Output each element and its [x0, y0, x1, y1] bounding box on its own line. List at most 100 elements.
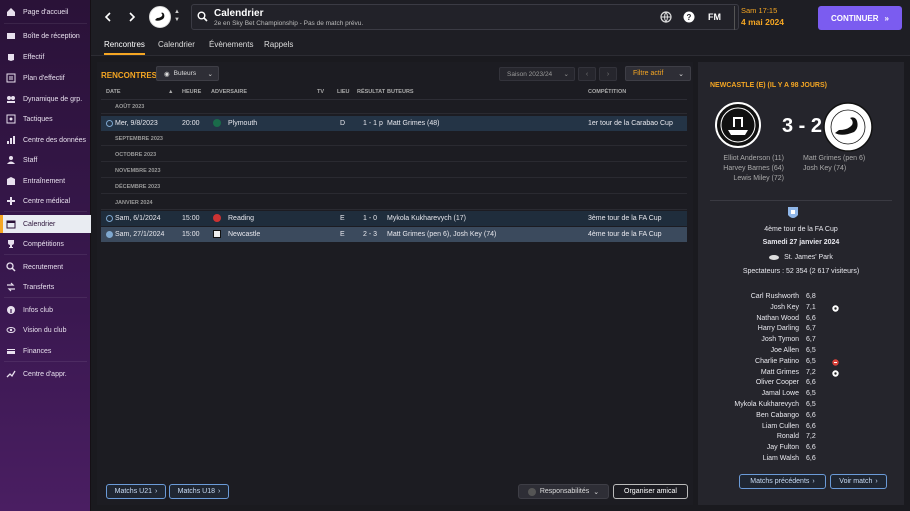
sidebar-item-data-hub[interactable]: Centre des données: [0, 131, 91, 149]
u18-matches-button[interactable]: Matchs U18 ›: [169, 484, 229, 499]
player-name[interactable]: Liam Walsh: [698, 455, 799, 462]
continue-button[interactable]: CONTINUER »: [818, 6, 902, 30]
fm-menu-button[interactable]: FM: [708, 12, 721, 22]
sidebar-item-club-vision[interactable]: Vision du club: [0, 321, 91, 339]
sidebar-item-dynamics[interactable]: Dynamique de grp.: [0, 90, 91, 108]
active-filter-dropdown[interactable]: Filtre actif ⌄: [625, 66, 691, 81]
match-venue: E: [340, 215, 345, 222]
page-subtitle: 2e en Sky Bet Championship - Pas de matc…: [214, 20, 364, 27]
col-competition[interactable]: COMPÉTITION: [588, 89, 626, 95]
sidebar-item-squad[interactable]: Effectif: [0, 48, 91, 66]
tab-calendrier[interactable]: Calendrier: [158, 40, 195, 53]
match-opponent: Newcastle: [228, 231, 261, 238]
tab-rappels[interactable]: Rappels: [264, 40, 293, 53]
sidebar-item-competitions[interactable]: Compétitions: [0, 235, 91, 253]
view-match-button[interactable]: Voir match ›: [830, 474, 887, 489]
sidebar-item-dev-centre[interactable]: Centre d'appr.: [0, 365, 91, 383]
table-row[interactable]: Sam, 6/1/2024 15:00 Reading E 1 - 0 Myko…: [101, 211, 687, 226]
sidebar-item-staff[interactable]: Staff: [0, 151, 91, 169]
sidebar: Page d'accueil Boîte de réception Effect…: [0, 0, 91, 511]
sidebar-item-training[interactable]: Entraînement: [0, 172, 91, 190]
help-button[interactable]: ?: [682, 10, 696, 24]
chevron-right-icon: ›: [812, 478, 815, 485]
player-name[interactable]: Oliver Cooper: [698, 379, 799, 386]
player-name[interactable]: Mykola Kukharevych: [698, 401, 799, 408]
u21-matches-button[interactable]: Matchs U21 ›: [106, 484, 166, 499]
player-name[interactable]: Ben Cabango: [698, 412, 799, 419]
sidebar-item-label: Page d'accueil: [23, 8, 69, 16]
scorers-dropdown[interactable]: ◉ Buteurs ⌄: [156, 66, 219, 81]
sidebar-item-finances[interactable]: Finances: [0, 342, 91, 360]
data-hub-icon: [6, 135, 16, 145]
swan-crest-icon: [155, 12, 165, 21]
player-name[interactable]: Josh Key: [698, 304, 799, 311]
club-switch-arrows[interactable]: ▲ ▼: [173, 8, 181, 26]
sidebar-item-tactics[interactable]: Tactiques: [0, 110, 91, 128]
sidebar-item-squad-plan[interactable]: Plan d'effectif: [0, 69, 91, 87]
substitution-icon: [832, 359, 839, 366]
sidebar-item-transfers[interactable]: Transferts: [0, 278, 91, 296]
col-resultat[interactable]: RÉSULTAT: [357, 89, 385, 95]
player-name[interactable]: Nathan Wood: [698, 315, 799, 322]
responsibilities-dropdown[interactable]: Responsabilités ⌄: [518, 484, 609, 499]
next-season-button[interactable]: ›: [599, 67, 617, 81]
player-name[interactable]: Liam Cullen: [698, 423, 799, 430]
player-name[interactable]: Josh Tymon: [698, 336, 799, 343]
check-icon: [106, 231, 113, 238]
scorers-dropdown-label: Buteurs: [173, 70, 197, 77]
chevron-left-icon: ‹: [585, 70, 589, 78]
col-buteurs[interactable]: BUTEURS: [387, 89, 414, 95]
newcastle-crest-icon: [213, 230, 221, 238]
squad-icon: [6, 52, 16, 62]
player-name[interactable]: Jay Fulton: [698, 444, 799, 451]
sidebar-item-scouting[interactable]: Recrutement: [0, 258, 91, 276]
player-name[interactable]: Ronald: [698, 433, 799, 440]
globe-button[interactable]: [659, 10, 673, 24]
previous-matches-label: Matchs précédents: [750, 478, 810, 485]
sidebar-divider: [4, 211, 87, 212]
chevron-down-icon: ⌄: [563, 71, 569, 78]
title-search-box[interactable]: Calendrier 2e en Sky Bet Championship - …: [191, 4, 739, 30]
back-button[interactable]: [100, 9, 116, 25]
sidebar-item-inbox[interactable]: Boîte de réception: [0, 27, 91, 45]
col-heure[interactable]: HEURE: [182, 89, 201, 95]
table-row[interactable]: Mer, 9/8/2023 20:00 Plymouth D 1 - 1 p M…: [101, 116, 687, 131]
prev-season-button[interactable]: ‹: [578, 67, 596, 81]
chevron-down-icon: ⌄: [207, 70, 213, 78]
arrange-friendly-button[interactable]: Organiser amical: [613, 484, 688, 499]
col-adversaire[interactable]: ADVERSAIRE: [211, 89, 247, 95]
table-row[interactable]: Sam, 27/1/2024 15:00 Newcastle E 2 - 3 M…: [101, 227, 687, 242]
player-rating: 6,6: [806, 444, 816, 452]
player-name[interactable]: Jamal Lowe: [698, 390, 799, 397]
previous-matches-button[interactable]: Matchs précédents ›: [739, 474, 826, 489]
season-dropdown[interactable]: Saison 2023/24 ⌄: [499, 67, 575, 81]
club-info-icon: [6, 305, 16, 315]
player-name[interactable]: Joe Allen: [698, 347, 799, 354]
col-date[interactable]: DATE: [106, 89, 121, 95]
date-display[interactable]: Sam 17:15 4 mai 2024: [734, 6, 804, 30]
match-competition: 4ème tour de la FA Cup: [588, 231, 662, 238]
col-lieu[interactable]: LIEU: [337, 89, 350, 95]
sidebar-item-medical[interactable]: Centre médical: [0, 192, 91, 210]
attendance: Spectateurs : 52 354 (2 617 visiteurs): [742, 268, 860, 275]
sidebar-item-calendar[interactable]: Calendrier: [0, 215, 91, 233]
eye-icon: ◉: [164, 70, 170, 78]
sidebar-item-home[interactable]: Page d'accueil: [0, 3, 91, 21]
chevron-right-icon: ›: [875, 478, 878, 485]
inbox-icon: [6, 31, 16, 41]
club-badge-button[interactable]: [149, 6, 171, 28]
player-name[interactable]: Charlie Patino: [698, 358, 799, 365]
sidebar-item-club-info[interactable]: Infos club: [0, 301, 91, 319]
swansea-badge[interactable]: [823, 102, 873, 152]
player-name[interactable]: Carl Rushworth: [698, 293, 799, 300]
player-rating: 6,5: [806, 357, 816, 365]
top-bar: ▲ ▼ Calendrier 2e en Sky Bet Championship…: [91, 0, 910, 34]
newcastle-badge[interactable]: [715, 102, 761, 148]
tab-evenements[interactable]: Évènements: [209, 40, 253, 53]
forward-button[interactable]: [124, 9, 140, 25]
player-name[interactable]: Matt Grimes: [698, 369, 799, 376]
goal-icon: [832, 369, 839, 377]
tab-rencontres[interactable]: Rencontres: [104, 40, 145, 55]
player-name[interactable]: Harry Darling: [698, 325, 799, 332]
col-tv[interactable]: TV: [317, 89, 324, 95]
